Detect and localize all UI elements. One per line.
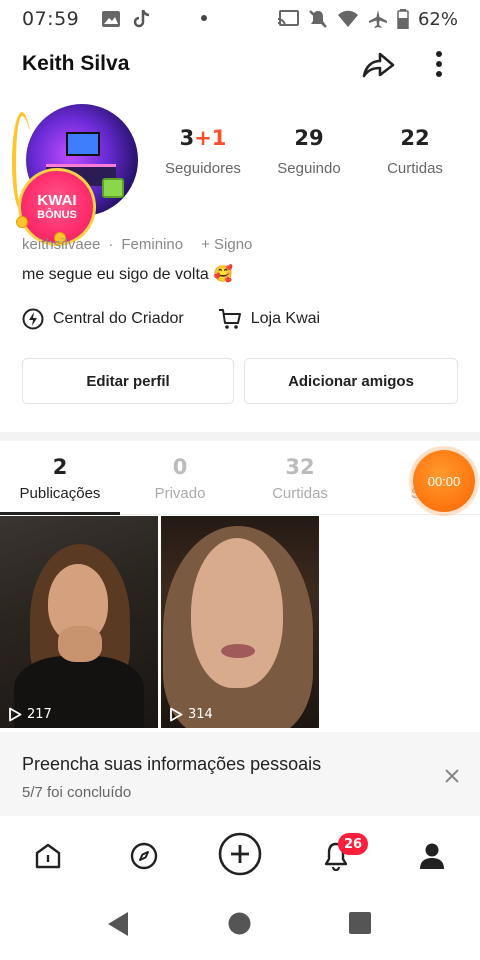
tab-likes[interactable]: 32 Curtidas [240, 455, 360, 502]
stat-label: Curtidas [387, 160, 443, 177]
cast-icon [277, 10, 299, 27]
thumbnail-hands [58, 626, 102, 662]
profile-completion-prompt[interactable]: Preencha suas informações pessoais 5/7 f… [0, 732, 480, 816]
profile-meta: keithsilvaee · Feminino + Signo [22, 236, 252, 253]
compass-icon [130, 842, 158, 870]
stat-value: 3+1 [179, 126, 227, 150]
stat-following[interactable]: 29 Seguindo [256, 126, 362, 177]
mute-icon [309, 10, 327, 28]
stat-label: Seguidores [165, 160, 241, 177]
edit-profile-button[interactable]: Editar perfil [22, 358, 234, 404]
video-grid: 217 314 [0, 516, 480, 728]
nav-create[interactable] [218, 832, 262, 876]
username: keithsilvaee [22, 236, 101, 253]
stat-label: Seguindo [277, 160, 341, 177]
meta-separator: · [108, 236, 114, 253]
tab-private[interactable]: 0 Privado [120, 455, 240, 502]
lightning-icon [22, 308, 44, 330]
status-time: 07:59 [22, 8, 80, 30]
coin-icon [16, 216, 28, 228]
notification-badge: 26 [338, 833, 369, 855]
tab-label: Privado [154, 485, 206, 502]
play-count: 217 [8, 707, 52, 722]
kwai-badge-title: KWAI [37, 191, 77, 209]
play-count-value: 314 [188, 707, 213, 722]
nav-discover[interactable] [124, 836, 164, 876]
add-sign-link[interactable]: + Signo [201, 236, 252, 253]
bio: me segue eu sigo de volta 🥰 [22, 266, 234, 283]
avatar-container[interactable]: KWAI BÔNUS [12, 104, 138, 246]
thumbnail-lips [221, 644, 255, 658]
content-tabs: 2 Publicações 0 Privado 32 Curtidas Sa [0, 441, 480, 515]
cart-icon [218, 309, 241, 329]
tiktok-icon [134, 9, 150, 28]
prompt-progress: 5/7 foi concluído [22, 784, 132, 801]
creator-center-label: Central do Criador [53, 310, 184, 327]
gallery-icon [102, 11, 121, 27]
kwai-store-label: Loja Kwai [250, 310, 321, 327]
bottom-nav: 26 [0, 822, 480, 888]
plus-circle-icon [218, 832, 262, 876]
status-system-icons: 62% [277, 0, 458, 38]
play-icon [170, 707, 183, 722]
stat-likes[interactable]: 22 Curtidas [362, 126, 468, 177]
play-icon [9, 707, 22, 722]
section-divider [0, 432, 480, 441]
creator-links: Central do Criador Loja Kwai [22, 308, 320, 330]
system-navigation-bar [0, 888, 480, 960]
recents-icon[interactable] [349, 912, 371, 934]
prompt-title: Preencha suas informações pessoais [22, 754, 322, 774]
tab-publications[interactable]: 2 Publicações [0, 455, 120, 502]
thumbnail-face [191, 538, 283, 688]
home-icon [35, 843, 61, 869]
avatar-screen [66, 132, 100, 156]
tab-count: 2 [52, 455, 68, 479]
tab-indicator [0, 512, 120, 515]
more-options-icon[interactable] [426, 48, 452, 80]
play-count-value: 217 [27, 707, 52, 722]
profile-icon [420, 843, 444, 869]
nav-home[interactable] [28, 836, 68, 876]
gender: Feminino [121, 236, 184, 253]
tab-count: 32 [285, 455, 315, 479]
profile-name: Keith Silva [22, 52, 130, 75]
reward-timer-bubble[interactable]: 00:00 [413, 450, 475, 512]
stat-value: 29 [294, 126, 324, 150]
video-thumbnail[interactable]: 217 [0, 516, 158, 728]
battery-percentage: 62% [417, 8, 458, 30]
video-thumbnail[interactable]: 314 [161, 516, 319, 728]
back-icon[interactable] [106, 911, 130, 937]
status-dot [201, 15, 207, 21]
status-bar: 07:59 62% [0, 0, 480, 38]
stat-followers[interactable]: 3+1 Seguidores [150, 126, 256, 177]
tab-count: 0 [172, 455, 188, 479]
nav-profile[interactable] [412, 836, 452, 876]
stat-value: 22 [400, 126, 430, 150]
gift-icon [102, 178, 124, 198]
airplane-icon [368, 10, 387, 28]
home-circle-icon[interactable] [228, 912, 251, 935]
tab-label: Curtidas [272, 485, 328, 502]
kwai-badge-subtitle: BÔNUS [37, 208, 77, 221]
profile-stats: 3+1 Seguidores 29 Seguindo 22 Curtidas [150, 126, 470, 177]
add-friends-button[interactable]: Adicionar amigos [244, 358, 458, 404]
profile-header: Keith Silva [0, 38, 480, 90]
creator-center-link[interactable]: Central do Criador [22, 308, 184, 330]
close-icon[interactable] [442, 766, 462, 786]
wifi-icon [337, 10, 358, 27]
battery-icon [397, 9, 409, 29]
status-notification-icons [101, 9, 151, 29]
tab-label: Publicações [19, 485, 101, 502]
play-count: 314 [169, 707, 213, 722]
share-icon[interactable] [360, 48, 396, 80]
kwai-store-link[interactable]: Loja Kwai [218, 308, 320, 330]
